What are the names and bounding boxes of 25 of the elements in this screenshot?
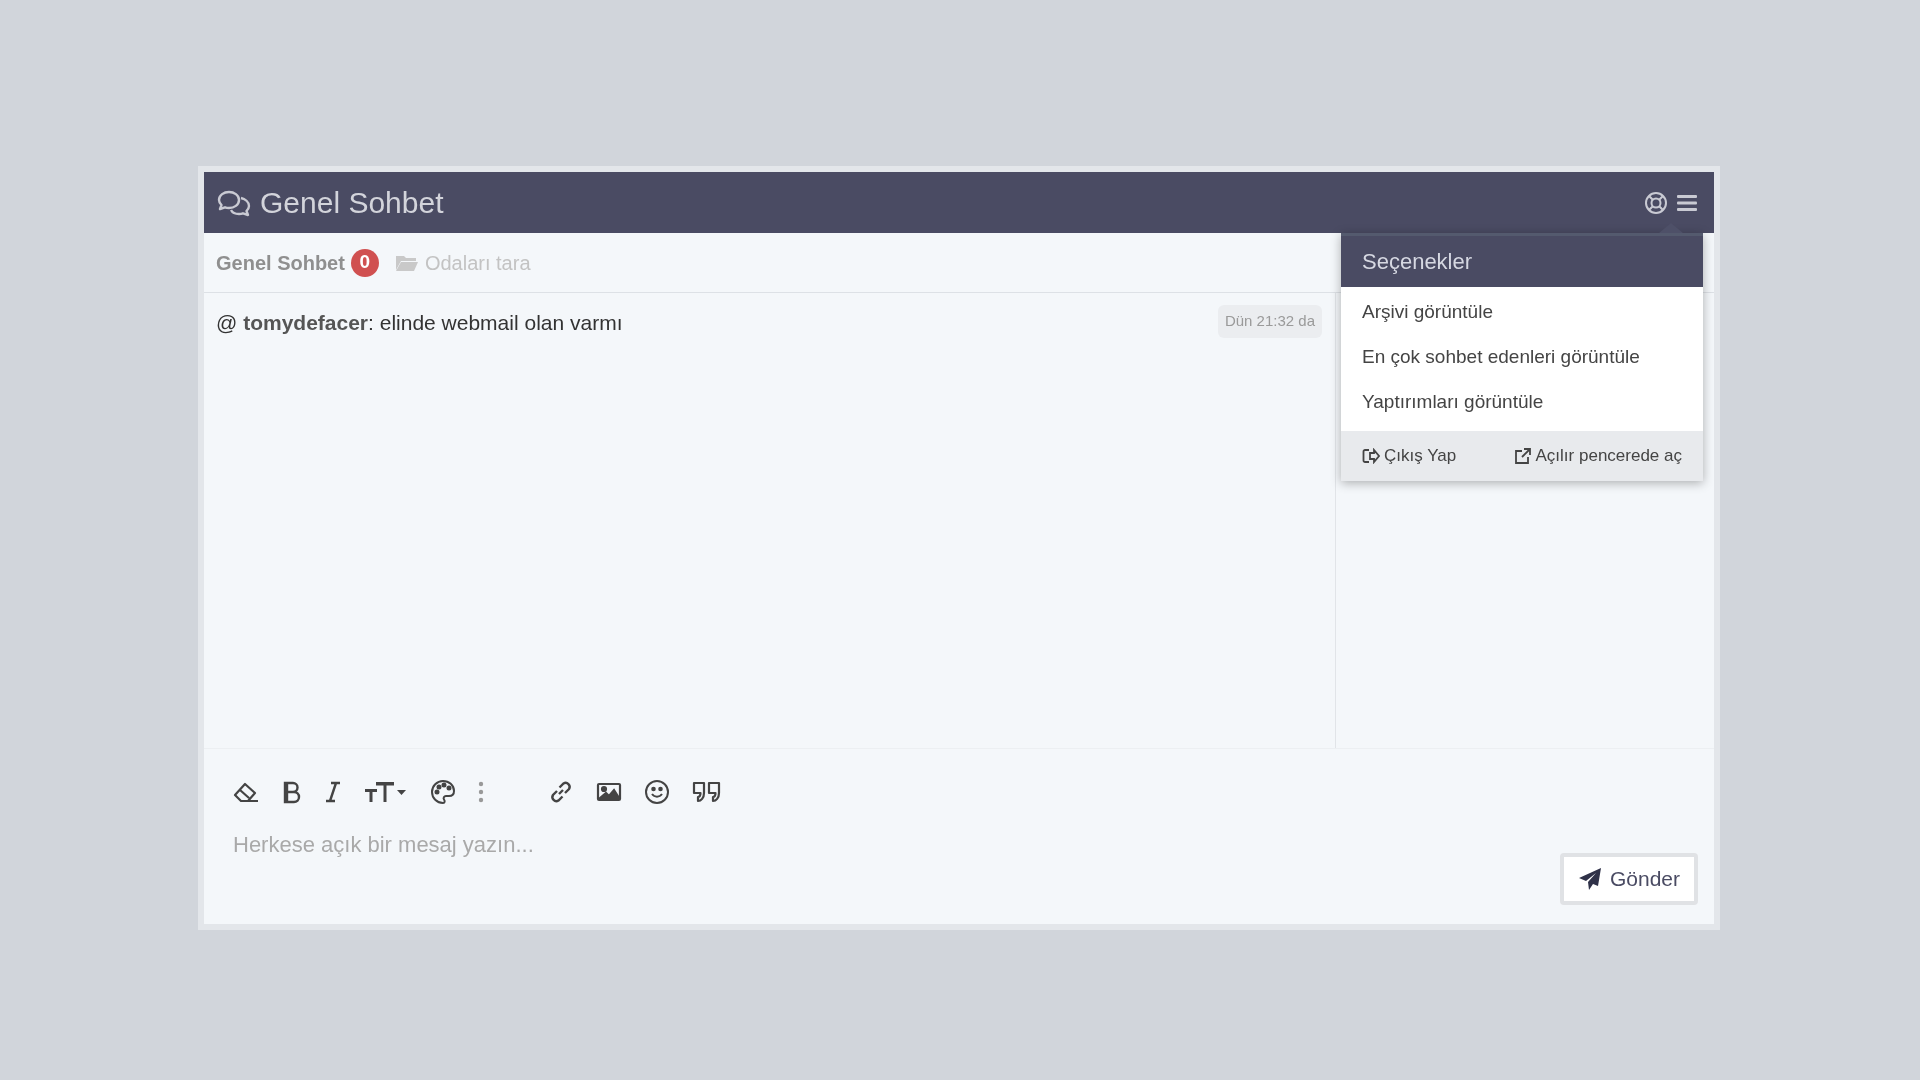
external-link-icon xyxy=(1513,447,1532,465)
bold-icon[interactable] xyxy=(282,779,302,804)
menu-icon[interactable] xyxy=(1676,192,1698,213)
menu-item[interactable]: Yaptırımları görüntüle xyxy=(1341,380,1703,425)
menu-item[interactable]: Arşivi görüntüle xyxy=(1341,290,1703,335)
unread-count-badge: 0 xyxy=(350,248,379,277)
palette-icon[interactable] xyxy=(430,778,456,805)
menu-item[interactable]: En çok sohbet edenleri görüntüle xyxy=(1341,335,1703,380)
exit-icon xyxy=(1362,448,1380,464)
more-icon[interactable] xyxy=(478,780,484,803)
message-time: Dün 21:32 da xyxy=(1217,305,1322,338)
logout-link[interactable]: Çıkış Yap xyxy=(1362,443,1457,469)
send-button[interactable]: Gönder xyxy=(1559,853,1698,905)
chat-message: @ tomydefacer: elinde webmail olan varmı xyxy=(216,310,623,336)
quote-icon[interactable] xyxy=(692,779,722,804)
italic-icon[interactable] xyxy=(324,779,342,804)
popup-link[interactable]: Açılır pencerede aç xyxy=(1513,443,1682,469)
text-size-icon[interactable] xyxy=(364,779,408,804)
smiley-icon[interactable] xyxy=(644,778,670,805)
window-title: Genel Sohbet xyxy=(260,185,444,221)
menu-title: Seçenekler xyxy=(1341,233,1703,287)
lifebuoy-icon[interactable] xyxy=(1644,190,1668,215)
paper-plane-icon xyxy=(1577,867,1602,891)
image-icon[interactable] xyxy=(596,780,622,803)
message-input[interactable]: Herkese açık bir mesaj yazın... xyxy=(233,828,1560,862)
